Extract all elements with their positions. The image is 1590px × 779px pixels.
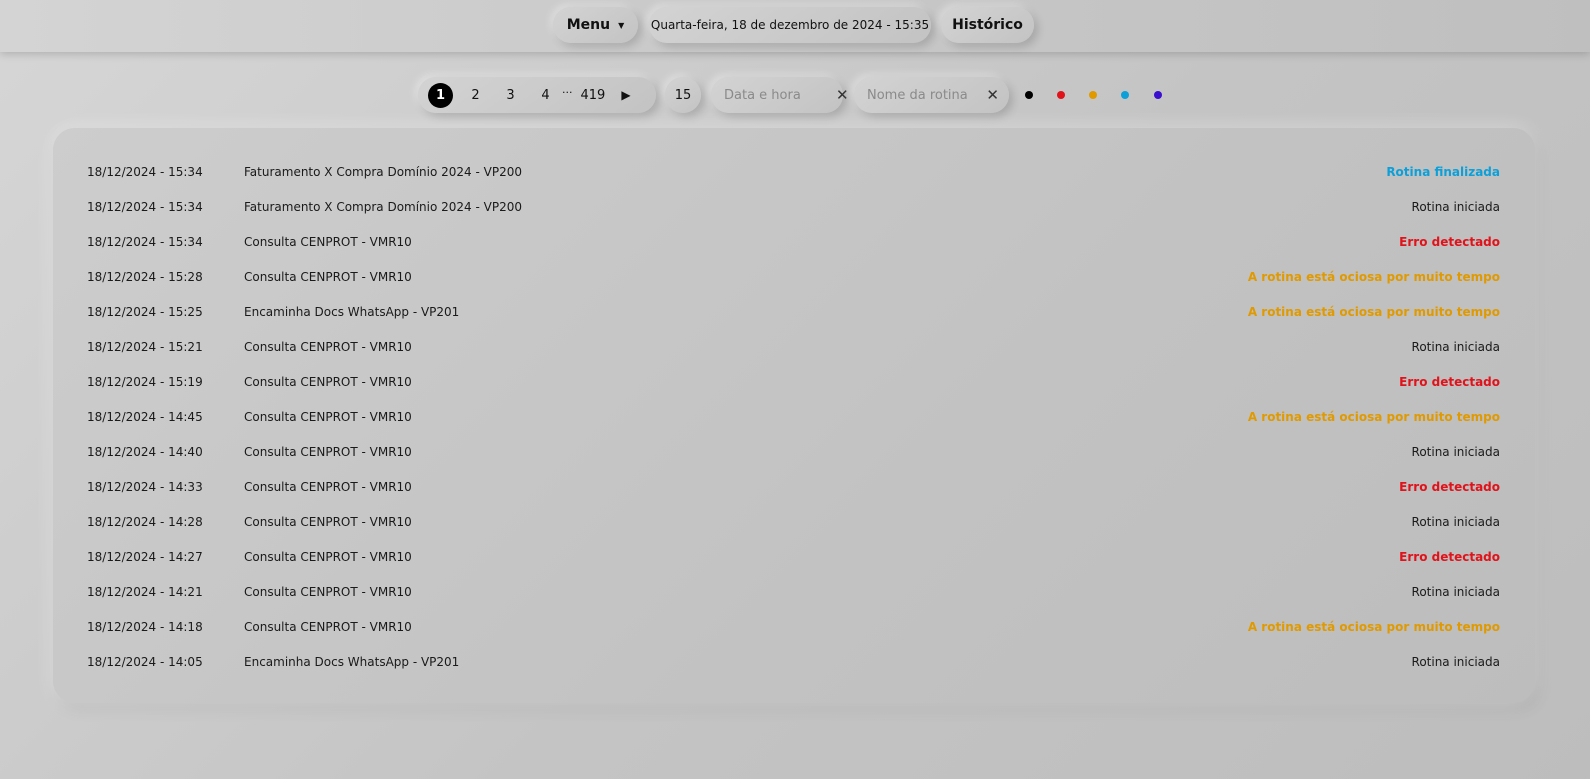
log-list: 18/12/2024 - 15:34 Faturamento X Compra D…	[53, 128, 1535, 703]
log-routine-name: Consulta CENPROT - VMR10	[244, 480, 412, 494]
log-row: 18/12/2024 - 15:28 Consulta CENPROT - VMR…	[53, 261, 1535, 296]
routine-name-filter: ✕	[854, 77, 1009, 113]
log-row: 18/12/2024 - 14:28 Consulta CENPROT - VMR…	[53, 506, 1535, 541]
log-status: Rotina iniciada	[1411, 585, 1500, 599]
log-row: 18/12/2024 - 14:40 Consulta CENPROT - VMR…	[53, 436, 1535, 471]
log-row: 18/12/2024 - 15:34 Faturamento X Compra D…	[53, 191, 1535, 226]
log-timestamp: 18/12/2024 - 15:25	[87, 305, 203, 319]
clear-name-icon[interactable]: ✕	[986, 86, 999, 104]
log-row: 18/12/2024 - 15:34 Faturamento X Compra D…	[53, 156, 1535, 191]
menu-label: Menu	[566, 17, 611, 33]
log-row: 18/12/2024 - 15:19 Consulta CENPROT - VMR…	[53, 366, 1535, 401]
log-row: 18/12/2024 - 14:27 Consulta CENPROT - VMR…	[53, 541, 1535, 576]
log-timestamp: 18/12/2024 - 14:27	[87, 550, 203, 564]
log-status: A rotina está ociosa por muito tempo	[1247, 620, 1500, 634]
log-timestamp: 18/12/2024 - 15:28	[87, 270, 203, 284]
log-status: Erro detectado	[1399, 550, 1500, 564]
log-status: Rotina iniciada	[1411, 515, 1500, 529]
log-status: A rotina está ociosa por muito tempo	[1247, 410, 1500, 424]
log-routine-name: Consulta CENPROT - VMR10	[244, 515, 412, 529]
log-timestamp: 18/12/2024 - 15:34	[87, 200, 203, 214]
page-button-2[interactable]: 2	[463, 83, 488, 108]
log-timestamp: 18/12/2024 - 15:34	[87, 235, 203, 249]
log-status: Rotina iniciada	[1411, 655, 1500, 669]
log-timestamp: 18/12/2024 - 14:21	[87, 585, 203, 599]
chevron-down-icon: ▼	[618, 20, 625, 30]
log-routine-name: Consulta CENPROT - VMR10	[244, 550, 412, 564]
log-timestamp: 18/12/2024 - 15:21	[87, 340, 203, 354]
status-filter-black[interactable]	[1025, 91, 1033, 99]
log-timestamp: 18/12/2024 - 14:28	[87, 515, 203, 529]
routine-name-input[interactable]	[865, 86, 979, 104]
log-routine-name: Consulta CENPROT - VMR10	[244, 620, 412, 634]
log-row: 18/12/2024 - 15:21 Consulta CENPROT - VMR…	[53, 331, 1535, 366]
current-datetime: Quarta-feira, 18 de dezembro de 2024 - 1…	[649, 7, 931, 43]
log-row: 18/12/2024 - 14:05 Encaminha Docs WhatsAp…	[53, 646, 1535, 681]
log-routine-name: Consulta CENPROT - VMR10	[244, 340, 412, 354]
log-status: Rotina finalizada	[1386, 165, 1500, 179]
menu-button[interactable]: Menu ▼	[553, 7, 638, 43]
log-routine-name: Consulta CENPROT - VMR10	[244, 270, 412, 284]
log-status: Rotina iniciada	[1411, 200, 1500, 214]
page-button-4[interactable]: 4	[533, 83, 558, 108]
history-button[interactable]: Histórico	[941, 7, 1034, 43]
log-routine-name: Faturamento X Compra Domínio 2024 - VP20…	[244, 200, 523, 214]
log-status: Rotina iniciada	[1411, 445, 1500, 459]
log-row: 18/12/2024 - 14:18 Consulta CENPROT - VMR…	[53, 611, 1535, 646]
pagination-ellipsis: ···	[562, 85, 573, 99]
status-filter-red[interactable]	[1057, 91, 1065, 99]
items-per-page-button[interactable]: 15	[665, 77, 701, 113]
log-row: 18/12/2024 - 14:45 Consulta CENPROT - VMR…	[53, 401, 1535, 436]
log-timestamp: 18/12/2024 - 15:34	[87, 165, 203, 179]
page-button-3[interactable]: 3	[498, 83, 523, 108]
log-routine-name: Faturamento X Compra Domínio 2024 - VP20…	[244, 165, 523, 179]
log-status: A rotina está ociosa por muito tempo	[1247, 305, 1500, 319]
log-routine-name: Consulta CENPROT - VMR10	[244, 445, 412, 459]
history-label: Histórico	[952, 17, 1023, 33]
datetime-text: Quarta-feira, 18 de dezembro de 2024 - 1…	[650, 18, 930, 32]
status-filter-purple[interactable]	[1154, 91, 1162, 99]
log-status: Erro detectado	[1399, 375, 1500, 389]
next-page-icon[interactable]: ▶	[621, 88, 630, 102]
log-routine-name: Encaminha Docs WhatsApp - VP201	[244, 655, 460, 669]
log-row: 18/12/2024 - 15:25 Encaminha Docs WhatsAp…	[53, 296, 1535, 331]
log-timestamp: 18/12/2024 - 14:40	[87, 445, 203, 459]
log-routine-name: Consulta CENPROT - VMR10	[244, 410, 412, 424]
status-filter-orange[interactable]	[1089, 91, 1097, 99]
page-button-1[interactable]: 1	[428, 82, 453, 108]
log-status: Erro detectado	[1399, 480, 1500, 494]
log-timestamp: 18/12/2024 - 14:18	[87, 620, 203, 634]
log-status: Rotina iniciada	[1411, 340, 1500, 354]
items-per-page-value: 15	[674, 87, 692, 103]
page-button-last[interactable]: 419	[581, 88, 606, 103]
date-filter-input[interactable]	[722, 86, 836, 104]
date-filter: ✕	[711, 77, 849, 113]
pagination: 1 2 3 4 ··· 419 ▶	[418, 77, 656, 113]
log-row: 18/12/2024 - 14:21 Consulta CENPROT - VMR…	[53, 576, 1535, 611]
log-status: Erro detectado	[1399, 235, 1500, 249]
log-routine-name: Consulta CENPROT - VMR10	[244, 585, 412, 599]
log-timestamp: 18/12/2024 - 15:19	[87, 375, 203, 389]
log-row: 18/12/2024 - 14:33 Consulta CENPROT - VMR…	[53, 471, 1535, 506]
log-timestamp: 18/12/2024 - 14:45	[87, 410, 203, 424]
log-routine-name: Consulta CENPROT - VMR10	[244, 375, 412, 389]
clear-date-icon[interactable]: ✕	[836, 86, 849, 104]
log-routine-name: Consulta CENPROT - VMR10	[244, 235, 412, 249]
log-timestamp: 18/12/2024 - 14:33	[87, 480, 203, 494]
status-filter-blue[interactable]	[1121, 91, 1129, 99]
log-routine-name: Encaminha Docs WhatsApp - VP201	[244, 305, 460, 319]
log-status: A rotina está ociosa por muito tempo	[1247, 270, 1500, 284]
log-row: 18/12/2024 - 15:34 Consulta CENPROT - VMR…	[53, 226, 1535, 261]
log-timestamp: 18/12/2024 - 14:05	[87, 655, 203, 669]
